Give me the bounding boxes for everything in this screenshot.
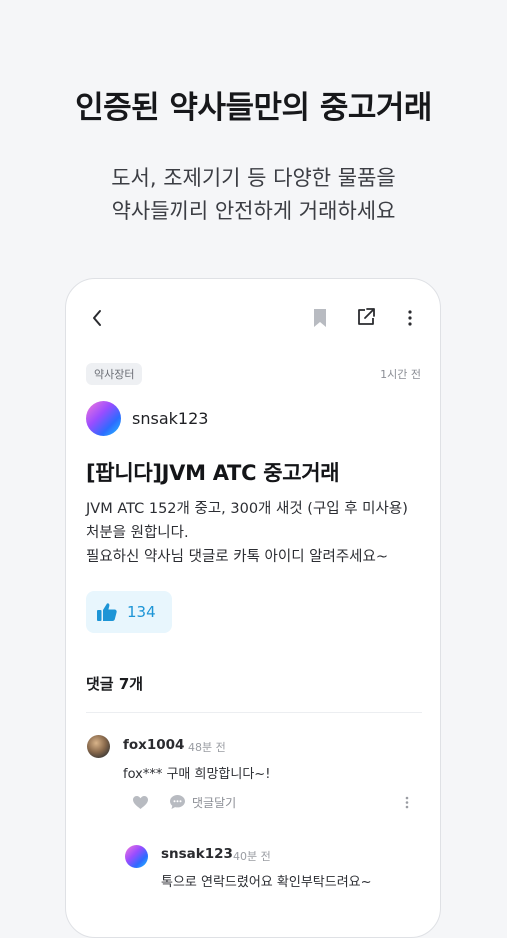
- hero-subtitle: 도서, 조제기기 등 다양한 물품을 약사들끼리 안전하게 거래하세요: [0, 162, 507, 228]
- more-vertical-icon[interactable]: [400, 793, 414, 811]
- avatar[interactable]: [87, 735, 110, 758]
- post-body: JVM ATC 152개 중고, 300개 새것 (구입 후 미사용) 처분을 …: [86, 497, 426, 569]
- post-top-bar: [66, 303, 440, 333]
- like-button[interactable]: 134: [86, 591, 172, 633]
- hero-subtitle-line2: 약사들끼리 안전하게 거래하세요: [111, 199, 396, 223]
- phone-mockup: 약사장터 1시간 전 snsak123 [팝니다]JVM ATC 중고거래 JV…: [65, 278, 441, 938]
- share-icon[interactable]: [354, 304, 378, 330]
- comment-actions: 댓글달기: [132, 792, 236, 812]
- like-count: 134: [127, 603, 156, 621]
- comment-time: 48분 전: [188, 741, 226, 754]
- post-body-line: JVM ATC 152개 중고, 300개 새것 (구입 후 미사용): [86, 501, 408, 517]
- more-vertical-icon[interactable]: [400, 305, 420, 331]
- post-author[interactable]: snsak123: [86, 400, 209, 436]
- heart-icon[interactable]: [132, 795, 149, 810]
- avatar[interactable]: [125, 845, 148, 868]
- comment-text: fox*** 구매 희망합니다~!: [123, 767, 271, 782]
- post-title: [팝니다]JVM ATC 중고거래: [86, 461, 340, 485]
- comment-author[interactable]: fox1004: [123, 737, 184, 753]
- thumbs-up-icon: [97, 603, 117, 621]
- bookmark-icon[interactable]: [308, 305, 332, 331]
- comment-author[interactable]: snsak123: [161, 846, 233, 862]
- post-body-line: 처분을 원합니다.: [86, 525, 189, 541]
- author-name: snsak123: [132, 408, 209, 428]
- category-badge[interactable]: 약사장터: [86, 363, 143, 385]
- hero-subtitle-line1: 도서, 조제기기 등 다양한 물품을: [111, 166, 396, 190]
- hero-title: 인증된 약사들만의 중고거래: [75, 90, 432, 126]
- post-time: 1시간 전: [380, 368, 421, 381]
- post-body-line: 필요하신 약사님 댓글로 카톡 아이디 알려주세요~: [86, 549, 388, 565]
- comment-time: 40분 전: [233, 850, 271, 863]
- speech-bubble-icon[interactable]: [169, 794, 186, 810]
- avatar: [86, 400, 121, 436]
- divider: [86, 712, 422, 713]
- reply-button[interactable]: 댓글달기: [192, 794, 236, 811]
- comment-text: 톡으로 연락드렸어요 확인부탁드려요~: [161, 875, 372, 890]
- comments-count: 댓글 7개: [86, 675, 144, 693]
- chevron-left-icon[interactable]: [86, 303, 108, 333]
